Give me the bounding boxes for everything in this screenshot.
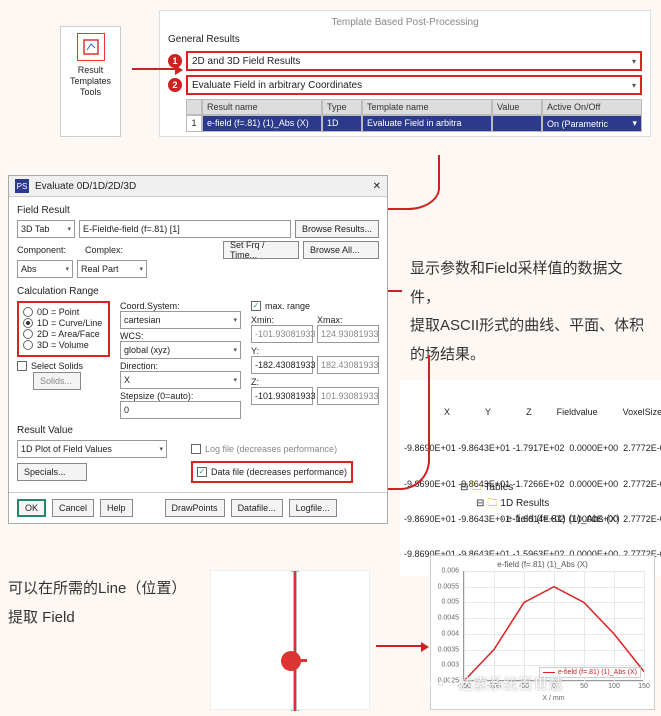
chevron-down-icon: ▾ — [632, 81, 636, 90]
annotation-line: 可以在所需的Line（位置） 提取 Field — [8, 575, 186, 632]
datafile-check[interactable] — [197, 467, 207, 477]
tab-select[interactable]: 3D Tab▾ — [17, 220, 75, 238]
evaluate-dialog: PS Evaluate 0D/1D/2D/3D ✕ Field Result 3… — [8, 175, 388, 524]
result-templates-icon — [77, 33, 105, 61]
plot-type-select[interactable]: 1D Plot of Field Values▾ — [17, 440, 167, 458]
radio-1d[interactable] — [23, 318, 33, 328]
component-select[interactable]: Abs▾ — [17, 260, 73, 278]
results-tree: ⊟🗀Tables ⊟🗀1D Results ▫e-field (f=.81) (… — [460, 480, 620, 528]
wcs-select[interactable]: global (xyz)▾ — [120, 341, 241, 359]
chevron-down-icon[interactable]: ▾ — [632, 118, 637, 129]
browse-all-button[interactable]: Browse All... — [303, 241, 379, 259]
result-templates-label: Result Templates Tools — [65, 65, 116, 97]
solids-button: Solids... — [33, 372, 81, 390]
folder-icon: 🗀 — [471, 480, 481, 496]
result-icon: ▫ — [500, 512, 504, 528]
general-results-label: General Results — [168, 34, 642, 45]
badge-2: 2 — [168, 78, 182, 92]
table-row[interactable]: 1 e-field (f=.81) (1)_Abs (X) 1D Evaluat… — [186, 115, 642, 132]
template-post-processing-panel: Template Based Post-Processing General R… — [159, 10, 651, 137]
browse-results-button[interactable]: Browse Results... — [295, 220, 379, 238]
field-path-input[interactable]: E-Field\e-field (f=.81) [1] — [79, 220, 291, 238]
datafile-button[interactable]: Datafile... — [231, 499, 283, 517]
annotation-datafile: 显示参数和Field采样值的数据文件， 提取ASCII形式的曲线、平面、体积 的… — [410, 255, 650, 369]
chart-title: e-field (f=.81) (1)_Abs (X) — [435, 560, 650, 569]
chevron-down-icon: ▾ — [632, 57, 636, 66]
select-solids-check[interactable] — [17, 361, 27, 371]
panel-title: Template Based Post-Processing — [168, 17, 642, 28]
logfile-check[interactable] — [191, 444, 201, 454]
dialog-title: Evaluate 0D/1D/2D/3D — [35, 181, 136, 192]
result-templates-tools[interactable]: Result Templates Tools — [60, 26, 121, 137]
complex-select[interactable]: Real Part▾ — [77, 260, 147, 278]
help-button[interactable]: Help — [100, 499, 133, 517]
radio-3d[interactable] — [23, 340, 33, 350]
ascii-data-output: X Y Z Fieldvalue VoxelSize -9.8690E+01 -… — [400, 380, 661, 576]
templates-table-header: Result name Type Template name Value Act… — [186, 99, 642, 115]
stepsize-input[interactable]: 0 — [120, 401, 241, 419]
cancel-button[interactable]: Cancel — [52, 499, 94, 517]
radio-2d[interactable] — [23, 329, 33, 339]
specials-button[interactable]: Specials... — [17, 463, 87, 481]
z-from-input[interactable]: -101.93081933 — [251, 387, 313, 405]
set-frq-button[interactable]: Set Frq / Time... — [223, 241, 299, 259]
app-icon: PS — [15, 179, 29, 193]
close-icon[interactable]: ✕ — [373, 181, 381, 192]
dim-radio-group: 0D = Point 1D = Curve/Line 2D = Area/Fac… — [17, 301, 110, 357]
field-results-dropdown[interactable]: 2D and 3D Field Results▾ — [186, 51, 642, 71]
evaluate-field-dropdown[interactable]: Evaluate Field in arbitrary Coordinates▾ — [186, 75, 642, 95]
minus-icon[interactable]: ⊟ — [460, 480, 468, 496]
ok-button[interactable]: OK — [17, 499, 46, 517]
folder-icon: 🗀 — [487, 496, 497, 512]
drawpoints-button[interactable]: DrawPoints — [165, 499, 225, 517]
xmax-input[interactable]: 124.93081933 — [317, 325, 379, 343]
y-to-input[interactable]: 182.43081933 — [317, 356, 379, 374]
max-range-check[interactable] — [251, 301, 261, 311]
field-result-label: Field Result — [17, 205, 379, 216]
xmin-input[interactable]: -101.93081933 — [251, 325, 313, 343]
minus-icon[interactable]: ⊟ — [476, 496, 484, 512]
result-chart: e-field (f=.81) (1)_Abs (X) 0.00250.0030… — [430, 555, 655, 710]
radio-0d[interactable] — [23, 307, 33, 317]
coord-system-select[interactable]: cartesian▾ — [120, 311, 241, 329]
y-from-input[interactable]: -182.43081933 — [251, 356, 313, 374]
direction-select[interactable]: X▾ — [120, 371, 241, 389]
logfile-button[interactable]: Logfile... — [289, 499, 337, 517]
result-value-label: Result Value — [17, 425, 379, 436]
z-to-input[interactable]: 101.93081933 — [317, 387, 379, 405]
calc-range-label: Calculation Range — [17, 286, 379, 297]
model-preview — [210, 570, 370, 710]
